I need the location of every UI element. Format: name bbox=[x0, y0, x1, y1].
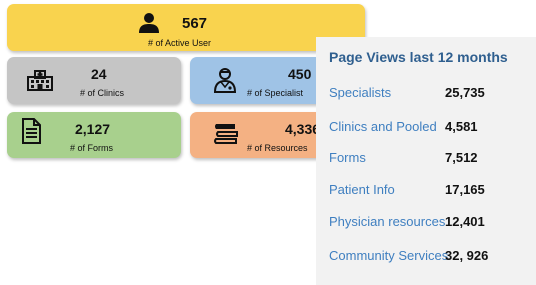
resources-label: # of Resources bbox=[247, 143, 308, 153]
page-views-row-value: 4,581 bbox=[445, 119, 478, 134]
page-views-panel: Page Views last 12 months Specialists 25… bbox=[316, 37, 536, 285]
page-views-row-value: 17,165 bbox=[445, 182, 485, 197]
active-users-label: # of Active User bbox=[148, 38, 212, 48]
page-views-row-label: Physician resources bbox=[329, 214, 446, 229]
page-views-row-label: Forms bbox=[329, 150, 366, 165]
resources-value: 4,336 bbox=[285, 121, 321, 137]
books-icon bbox=[213, 121, 239, 150]
page-views-row-label: Patient Info bbox=[329, 182, 395, 197]
page-views-row: Clinics and Pooled 4,581 bbox=[329, 119, 529, 137]
page-views-row: Forms 7,512 bbox=[329, 150, 529, 168]
page-views-row-label: Community Services bbox=[329, 248, 449, 263]
page-views-row: Physician resources 12,401 bbox=[329, 214, 529, 232]
page-views-row: Community Services 32, 926 bbox=[329, 248, 529, 266]
page-views-row-value: 32, 926 bbox=[445, 248, 489, 263]
hospital-icon bbox=[27, 69, 53, 96]
document-icon bbox=[21, 118, 41, 149]
forms-label: # of Forms bbox=[70, 143, 114, 153]
page-views-row-value: 25,735 bbox=[445, 85, 485, 100]
specialist-value: 450 bbox=[288, 66, 312, 82]
doctor-icon bbox=[213, 67, 237, 98]
page-views-row-value: 7,512 bbox=[445, 150, 478, 165]
clinics-card: 24 # of Clinics bbox=[7, 57, 181, 104]
forms-card: 2,127 # of Forms bbox=[7, 112, 181, 158]
forms-value: 2,127 bbox=[75, 121, 111, 137]
page-views-row-value: 12,401 bbox=[445, 214, 485, 229]
specialist-label: # of Specialist bbox=[247, 88, 304, 98]
user-icon bbox=[138, 12, 160, 39]
clinics-label: # of Clinics bbox=[80, 88, 125, 98]
page-views-row: Patient Info 17,165 bbox=[329, 182, 529, 200]
active-users-card: 567 # of Active User bbox=[7, 4, 365, 51]
active-users-value: 567 bbox=[182, 15, 208, 32]
page-views-row-label: Clinics and Pooled bbox=[329, 119, 437, 134]
page-views-row: Specialists 25,735 bbox=[329, 85, 529, 103]
page-views-row-label: Specialists bbox=[329, 85, 392, 100]
clinics-value: 24 bbox=[91, 66, 107, 82]
page-views-title: Page Views last 12 months bbox=[329, 49, 508, 65]
